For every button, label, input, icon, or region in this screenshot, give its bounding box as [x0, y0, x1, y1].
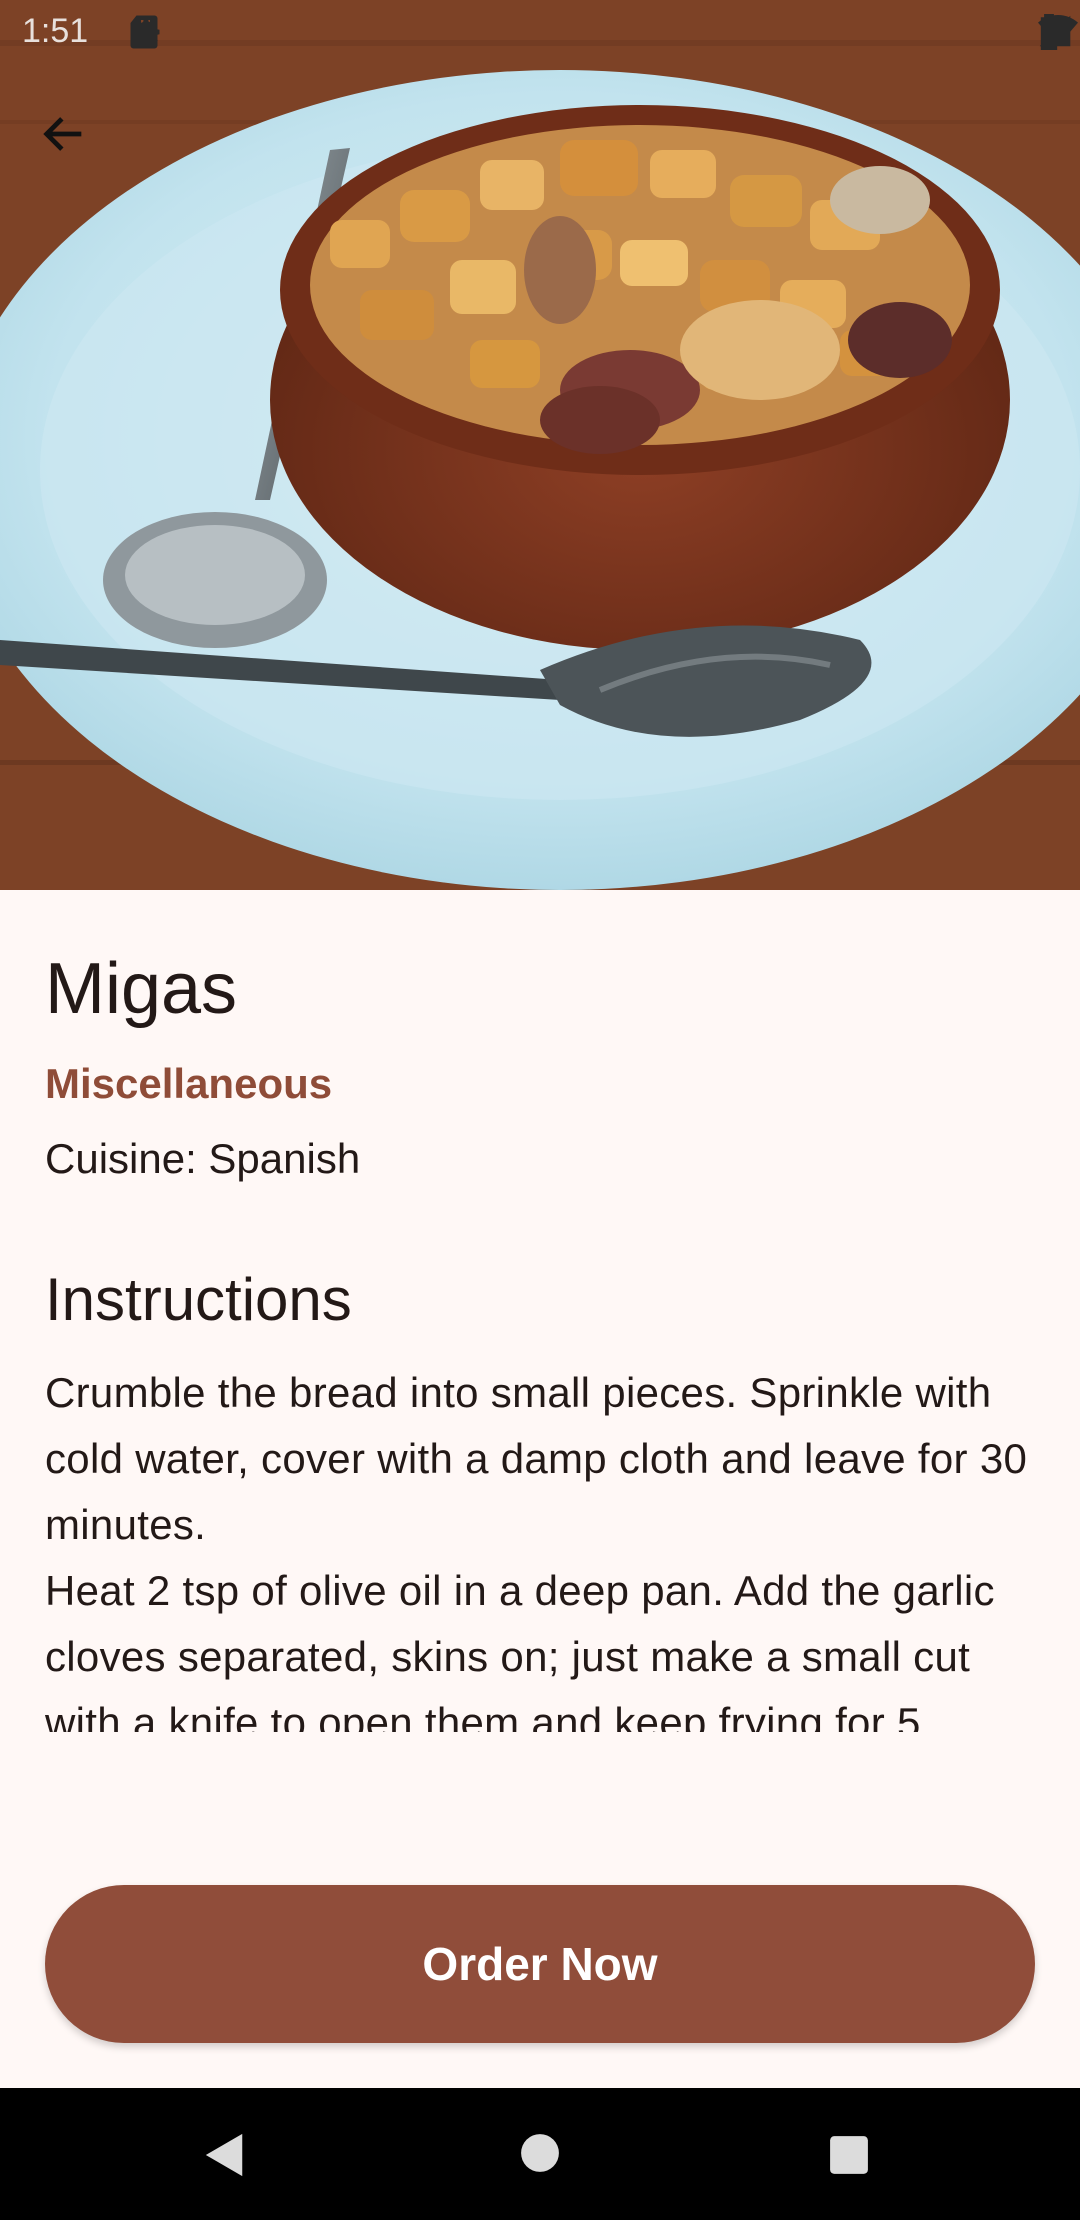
instructions-heading: Instructions: [45, 1266, 352, 1333]
nav-back-icon[interactable]: [203, 2132, 247, 2183]
status-time: 1:51: [22, 12, 89, 50]
system-navigation-bar: [0, 2088, 1080, 2220]
back-button[interactable]: [38, 108, 118, 188]
recipe-title: Migas: [45, 949, 238, 1029]
recipe-category: Miscellaneous: [45, 1060, 333, 1107]
instructions-text: Crumble the bread into small pieces. Spr…: [45, 1369, 1028, 1732]
recipe-cuisine: Cuisine: Spanish: [45, 1135, 361, 1182]
migas-dish-illustration: [0, 0, 1080, 890]
status-bar: 1:51: [0, 0, 1080, 64]
recipe-hero-image: 1:51: [0, 0, 1080, 890]
nav-recents-icon[interactable]: [828, 2134, 870, 2181]
instructions-scroll-area[interactable]: Crumble the bread into small pieces. Spr…: [45, 1360, 1035, 1732]
order-now-button[interactable]: Order Now: [45, 1885, 1035, 2043]
nav-home-icon[interactable]: [519, 2132, 561, 2179]
